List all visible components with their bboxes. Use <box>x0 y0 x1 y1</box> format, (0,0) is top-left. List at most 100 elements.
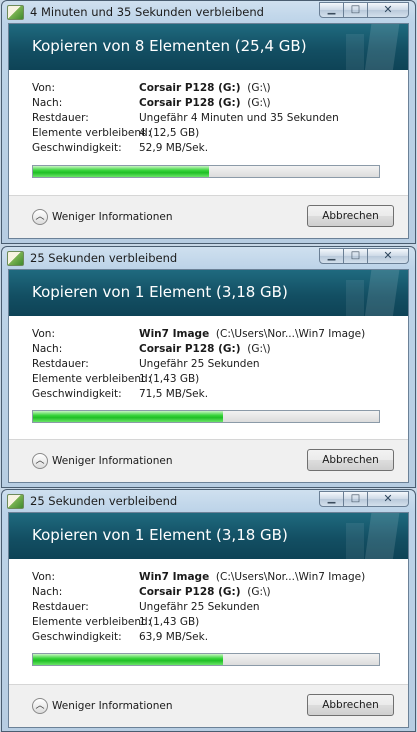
row-label: Restdauer: <box>32 601 89 613</box>
source-path: (C:\Users\Nor...\Win7 Image) <box>215 328 366 340</box>
transfer-speed: 63,9 MB/Sek. <box>139 631 209 643</box>
details-table: Von: Win7 Image (C:\Users\Nor...\Win7 Im… <box>32 570 400 645</box>
row-to: Nach: Corsair P128 (G:) (G:\) <box>32 342 400 357</box>
progress-bar <box>32 165 380 178</box>
destination-name[interactable]: Corsair P128 (G:) <box>139 97 241 109</box>
details-table: Von: Win7 Image (C:\Users\Nor...\Win7 Im… <box>32 327 400 402</box>
less-info-label[interactable]: Weniger Informationen <box>52 700 172 712</box>
destination-path: (G:\) <box>247 97 271 109</box>
row-items-remaining: Elemente verbleibend: 1 (1,43 GB) <box>32 615 400 630</box>
close-icon[interactable]: ✕ <box>367 248 409 264</box>
row-label: Nach: <box>32 343 63 355</box>
minimize-icon[interactable]: ▁ <box>319 248 344 264</box>
row-items-remaining: Elemente verbleibend: 4 (12,5 GB) <box>32 126 400 141</box>
caption-buttons: ▁ □ ✕ <box>319 2 409 19</box>
caption-buttons: ▁ □ ✕ <box>319 491 409 508</box>
row-from: Von: Win7 Image (C:\Users\Nor...\Win7 Im… <box>32 570 400 585</box>
row-label: Elemente verbleibend: <box>32 127 152 139</box>
cancel-button[interactable]: Abbrechen <box>307 694 394 716</box>
row-label: Geschwindigkeit: <box>32 631 122 643</box>
title-bar[interactable]: 4 Minuten und 35 Sekunden verbleibend ▁ … <box>2 1 415 23</box>
items-remaining: 1 (1,43 GB) <box>139 616 200 628</box>
chevron-up-icon[interactable]: ︿ <box>32 698 48 714</box>
less-info-label[interactable]: Weniger Informationen <box>52 455 172 467</box>
progress-bar <box>32 410 380 423</box>
less-info-toggle[interactable]: ︿ Weniger Informationen <box>32 698 172 714</box>
row-to: Nach: Corsair P128 (G:) (G:\) <box>32 585 400 600</box>
copy-files-icon <box>7 251 24 266</box>
close-icon[interactable]: ✕ <box>367 2 409 18</box>
row-label: Nach: <box>32 97 63 109</box>
destination-name[interactable]: Corsair P128 (G:) <box>139 343 241 355</box>
maximize-icon[interactable]: □ <box>343 491 368 507</box>
minimize-icon[interactable]: ▁ <box>319 491 344 507</box>
destination-name[interactable]: Corsair P128 (G:) <box>139 586 241 598</box>
banner-decoration <box>346 523 364 559</box>
row-remaining-time: Restdauer: Ungefähr 25 Sekunden <box>32 600 400 615</box>
copy-dialog-2: 25 Sekunden verbleibend ▁ □ ✕ Kopieren v… <box>1 246 416 488</box>
window-title: 25 Sekunden verbleibend <box>30 251 178 265</box>
source-name[interactable]: Corsair P128 (G:) <box>139 82 241 94</box>
row-from: Von: Win7 Image (C:\Users\Nor...\Win7 Im… <box>32 327 400 342</box>
remaining-time: Ungefähr 25 Sekunden <box>139 358 260 370</box>
dialog-body: Kopieren von 1 Element (3,18 GB) Von: Wi… <box>8 512 409 728</box>
caption-buttons: ▁ □ ✕ <box>319 248 409 265</box>
row-remaining-time: Restdauer: Ungefähr 4 Minuten und 35 Sek… <box>32 111 400 126</box>
transfer-speed: 71,5 MB/Sek. <box>139 388 209 400</box>
less-info-toggle[interactable]: ︿ Weniger Informationen <box>32 209 172 225</box>
minimize-icon[interactable]: ▁ <box>319 2 344 18</box>
transfer-speed: 52,9 MB/Sek. <box>139 142 209 154</box>
cancel-button[interactable]: Abbrechen <box>307 205 394 227</box>
dialog-footer: ︿ Weniger Informationen Abbrechen <box>9 684 408 727</box>
row-from: Von: Corsair P128 (G:) (G:\) <box>32 81 400 96</box>
window-title: 4 Minuten und 35 Sekunden verbleibend <box>30 5 264 19</box>
copy-dialog-3: 25 Sekunden verbleibend ▁ □ ✕ Kopieren v… <box>1 489 416 732</box>
dialog-body: Kopieren von 8 Elementen (25,4 GB) Von: … <box>8 23 409 239</box>
header-title: Kopieren von 8 Elementen (25,4 GB) <box>32 37 307 55</box>
row-speed: Geschwindigkeit: 71,5 MB/Sek. <box>32 387 400 402</box>
row-label: Restdauer: <box>32 358 89 370</box>
dialog-footer: ︿ Weniger Informationen Abbrechen <box>9 439 408 482</box>
details-table: Von: Corsair P128 (G:) (G:\) Nach: Corsa… <box>32 81 400 156</box>
title-bar[interactable]: 25 Sekunden verbleibend ▁ □ ✕ <box>2 490 415 512</box>
source-name[interactable]: Win7 Image <box>139 328 209 340</box>
remaining-time: Ungefähr 25 Sekunden <box>139 601 260 613</box>
banner-decoration <box>346 34 364 70</box>
chevron-up-icon[interactable]: ︿ <box>32 209 48 225</box>
header-title: Kopieren von 1 Element (3,18 GB) <box>32 283 288 301</box>
row-label: Geschwindigkeit: <box>32 142 122 154</box>
header-banner: Kopieren von 1 Element (3,18 GB) <box>9 270 408 316</box>
maximize-icon[interactable]: □ <box>343 248 368 264</box>
items-remaining: 1 (1,43 GB) <box>139 373 200 385</box>
row-speed: Geschwindigkeit: 52,9 MB/Sek. <box>32 141 400 156</box>
window-title: 25 Sekunden verbleibend <box>30 494 178 508</box>
remaining-time: Ungefähr 4 Minuten und 35 Sekunden <box>139 112 339 124</box>
row-label: Nach: <box>32 586 63 598</box>
maximize-icon[interactable]: □ <box>343 2 368 18</box>
progress-fill <box>33 166 210 177</box>
progress-fill <box>33 411 224 422</box>
row-speed: Geschwindigkeit: 63,9 MB/Sek. <box>32 630 400 645</box>
items-remaining: 4 (12,5 GB) <box>139 127 200 139</box>
copy-dialog-1: 4 Minuten und 35 Sekunden verbleibend ▁ … <box>1 0 416 244</box>
row-to: Nach: Corsair P128 (G:) (G:\) <box>32 96 400 111</box>
row-label: Elemente verbleibend: <box>32 616 152 628</box>
dialog-footer: ︿ Weniger Informationen Abbrechen <box>9 195 408 238</box>
row-label: Von: <box>32 328 55 340</box>
source-name[interactable]: Win7 Image <box>139 571 209 583</box>
source-path: (C:\Users\Nor...\Win7 Image) <box>215 571 366 583</box>
row-label: Elemente verbleibend: <box>32 373 152 385</box>
less-info-toggle[interactable]: ︿ Weniger Informationen <box>32 453 172 469</box>
chevron-up-icon[interactable]: ︿ <box>32 453 48 469</box>
less-info-label[interactable]: Weniger Informationen <box>52 211 172 223</box>
row-remaining-time: Restdauer: Ungefähr 25 Sekunden <box>32 357 400 372</box>
cancel-button[interactable]: Abbrechen <box>307 449 394 471</box>
header-banner: Kopieren von 8 Elementen (25,4 GB) <box>9 24 408 70</box>
row-label: Restdauer: <box>32 112 89 124</box>
title-bar[interactable]: 25 Sekunden verbleibend ▁ □ ✕ <box>2 247 415 269</box>
header-title: Kopieren von 1 Element (3,18 GB) <box>32 526 288 544</box>
dialog-body: Kopieren von 1 Element (3,18 GB) Von: Wi… <box>8 269 409 483</box>
header-banner: Kopieren von 1 Element (3,18 GB) <box>9 513 408 559</box>
close-icon[interactable]: ✕ <box>367 491 409 507</box>
destination-path: (G:\) <box>247 343 271 355</box>
